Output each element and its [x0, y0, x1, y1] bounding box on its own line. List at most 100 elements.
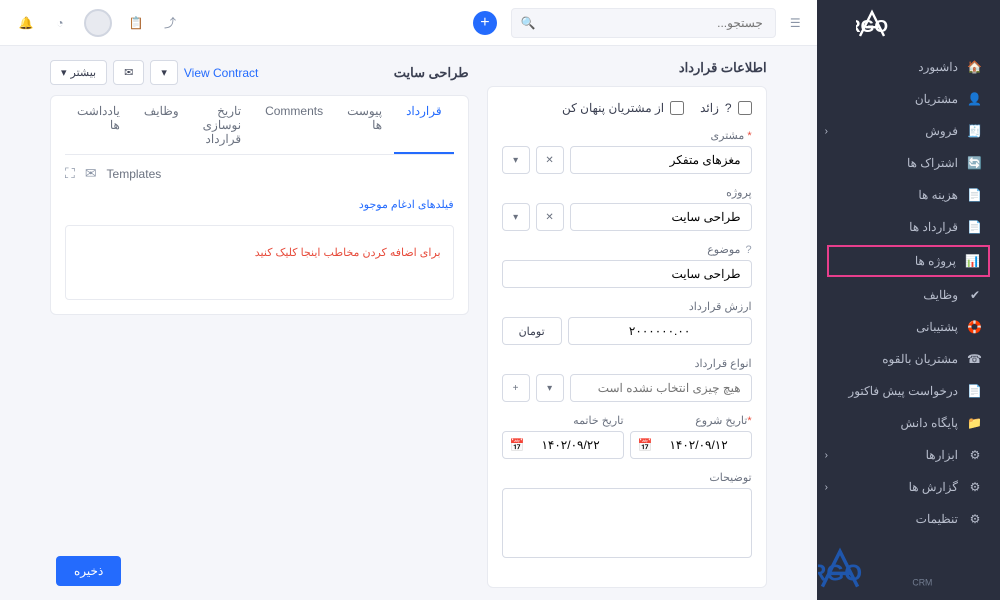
sidebar-item-label: هزینه ها — [918, 188, 958, 202]
sidebar: RGO 🏠 داشبورد 👤مشتریان ‹ 🧾 فروش 🔄 اشتراک ها 📄 هزی… — [817, 0, 1000, 600]
sidebar-item-label: فروش — [925, 124, 958, 138]
sidebar-item-13[interactable]: ‹⚙گزارش ها — [817, 471, 1000, 503]
sidebar-item-5[interactable]: 📄 قرارداد ها — [817, 211, 1000, 243]
customer-chevron-icon[interactable]: ▾ — [502, 146, 530, 174]
doc-icon: 🧾 — [968, 124, 982, 138]
types-chevron-icon[interactable]: ▾ — [536, 374, 564, 402]
expand-icon[interactable]: ⛶ — [65, 165, 75, 182]
more-button[interactable]: بیشتر ▾ — [50, 60, 107, 85]
tab-0[interactable]: قرارداد — [394, 96, 454, 154]
project-select[interactable] — [570, 203, 752, 231]
dropdown-button[interactable]: ▾ — [150, 60, 178, 85]
mail-button[interactable]: ✉ — [113, 60, 144, 85]
bell-icon[interactable]: 🔔 — [16, 16, 36, 30]
sidebar-item-4[interactable]: 📄 هزینه ها — [817, 179, 1000, 211]
home-icon: 🏠 — [968, 60, 982, 74]
desc-label: توضیحات — [502, 471, 752, 484]
sidebar-item-8[interactable]: 🛟پشتیبانی — [817, 311, 1000, 343]
junk-checkbox-label[interactable]: ?زائد — [700, 101, 751, 115]
sidebar-item-14[interactable]: ⚙ تنظیمات — [817, 503, 1000, 535]
project-icon: 📊 — [966, 254, 980, 268]
end-date-input[interactable] — [502, 431, 624, 459]
folder-icon: 📁 — [968, 416, 982, 430]
customer-select[interactable] — [570, 146, 752, 174]
search-icon: 🔍 — [521, 16, 536, 30]
svg-text:CRM: CRM — [912, 578, 932, 588]
sidebar-item-label: ابزارها — [926, 448, 958, 462]
contact-dropzone[interactable]: برای اضافه کردن مخاطب اینجا کلیک کنید — [65, 225, 454, 300]
sidebar-item-7[interactable]: ✔وظایف — [817, 279, 1000, 311]
page-title: طراحی سایت — [394, 65, 469, 81]
save-button[interactable]: ذخیره — [56, 556, 121, 586]
types-select[interactable] — [570, 374, 752, 402]
hide-checkbox-label[interactable]: از مشتریان پنهان کن — [562, 101, 684, 115]
clipboard-icon[interactable]: 📋 — [126, 16, 146, 30]
sidebar-item-label: قرارداد ها — [909, 220, 958, 234]
tab-4[interactable]: وظایف — [132, 96, 191, 154]
sidebar-item-label: درخواست پیش فاکتور — [848, 384, 958, 398]
dropzone-hint: برای اضافه کردن مخاطب اینجا کلیک کنید — [78, 246, 441, 259]
filter-icon[interactable]: ☰ — [790, 16, 801, 30]
clock-icon[interactable]: ◔ — [50, 16, 70, 30]
sidebar-item-6[interactable]: 📊 پروژه ها — [827, 245, 990, 277]
add-button[interactable]: + — [473, 11, 497, 35]
project-clear-icon[interactable]: ✕ — [536, 203, 564, 231]
mail-icon[interactable]: ✉ — [85, 165, 97, 182]
subject-input[interactable] — [502, 260, 752, 288]
brand-logo: RGO — [817, 0, 1000, 51]
sidebar-item-12[interactable]: ‹⚙ابزارها — [817, 439, 1000, 471]
view-contract-link[interactable]: View Contract — [184, 66, 258, 80]
desc-textarea[interactable] — [502, 488, 752, 558]
start-date-input[interactable] — [630, 431, 752, 459]
sidebar-item-label: مشتریان — [915, 92, 958, 106]
check-icon: ✔ — [968, 288, 982, 302]
sidebar-item-label: داشبورد — [918, 60, 958, 74]
hide-checkbox[interactable] — [670, 101, 684, 115]
end-date-label: تاریخ خاتمه — [502, 414, 624, 427]
sidebar-item-2[interactable]: ‹ 🧾 فروش — [817, 115, 1000, 147]
tab-1[interactable]: پیوست ها — [335, 96, 394, 154]
gear-icon: ⚙ — [968, 512, 982, 526]
sidebar-item-label: اشتراک ها — [907, 156, 958, 170]
project-chevron-icon[interactable]: ▾ — [502, 203, 530, 231]
file-icon: 📄 — [968, 220, 982, 234]
brand-watermark: RGO CRM — [818, 547, 994, 594]
svg-text:RGO: RGO — [856, 16, 888, 36]
sidebar-item-label: پایگاه دانش — [900, 416, 958, 430]
topbar: ☰ 🔍 + ⤴ 📋 ◔ 🔔 — [0, 0, 817, 46]
sidebar-item-9[interactable]: ☎ مشتریان بالقوه — [817, 343, 1000, 375]
sidebar-item-3[interactable]: 🔄 اشتراک ها — [817, 147, 1000, 179]
sidebar-item-1[interactable]: 👤مشتریان — [817, 83, 1000, 115]
sidebar-item-label: پشتیبانی — [916, 320, 958, 334]
tab-5[interactable]: یادداشت ها — [65, 96, 132, 154]
start-date-label: *تاریخ شروع — [630, 414, 752, 427]
sidebar-item-11[interactable]: 📁 پایگاه دانش — [817, 407, 1000, 439]
value-input[interactable] — [568, 317, 752, 345]
junk-checkbox[interactable] — [738, 101, 752, 115]
search-input[interactable] — [511, 8, 776, 38]
customer-clear-icon[interactable]: ✕ — [536, 146, 564, 174]
svg-text:RGO: RGO — [818, 559, 862, 585]
file-icon: 📄 — [968, 188, 982, 202]
templates-link[interactable]: Templates — [107, 167, 162, 181]
customer-label: * مشتری — [502, 129, 752, 142]
tab-3[interactable]: تاریخ نوسازی قرارداد — [191, 96, 253, 154]
merge-fields-link[interactable]: فیلدهای ادغام موجود — [65, 192, 454, 217]
sidebar-item-label: تنظیمات — [916, 512, 958, 526]
project-label: پروژه — [502, 186, 752, 199]
sidebar-item-label: پروژه ها — [915, 254, 956, 268]
contract-form-card: ?زائد از مشتریان پنهان کن * مشتری ✕ ▾ پر… — [487, 86, 767, 588]
chevron-left-icon: ‹ — [825, 126, 828, 137]
subject-label: ? موضوع — [502, 243, 752, 256]
refresh-icon: 🔄 — [968, 156, 982, 170]
share-icon[interactable]: ⤴ — [160, 14, 180, 31]
sidebar-item-label: مشتریان بالقوه — [882, 352, 958, 366]
value-label: ارزش قرارداد — [502, 300, 752, 313]
currency-unit: تومان — [502, 317, 562, 345]
avatar[interactable] — [84, 9, 112, 37]
types-add-icon[interactable]: + — [502, 374, 530, 402]
sidebar-item-10[interactable]: 📄درخواست پیش فاکتور — [817, 375, 1000, 407]
lead-icon: ☎ — [968, 352, 982, 366]
tab-2[interactable]: Comments — [253, 96, 335, 154]
sidebar-item-0[interactable]: 🏠 داشبورد — [817, 51, 1000, 83]
